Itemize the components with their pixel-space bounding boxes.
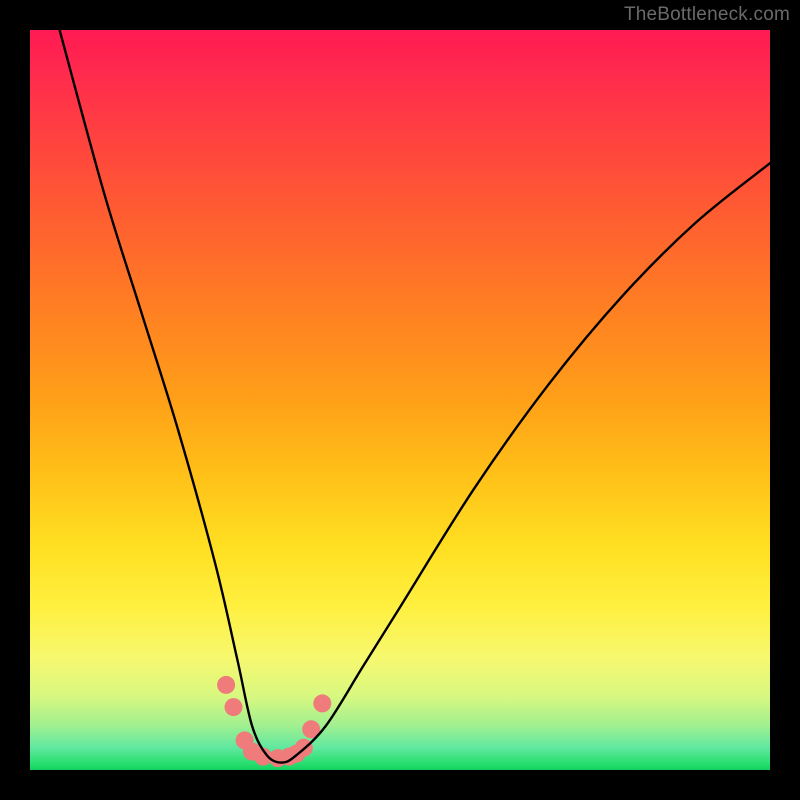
chart-container: TheBottleneck.com (0, 0, 800, 800)
chart-svg (30, 30, 770, 770)
marker-dot (217, 676, 235, 694)
bottleneck-curve (60, 30, 770, 763)
watermark-text: TheBottleneck.com (624, 4, 790, 26)
marker-group (217, 676, 331, 767)
marker-dot (225, 698, 243, 716)
marker-dot (313, 694, 331, 712)
plot-area (30, 30, 770, 770)
